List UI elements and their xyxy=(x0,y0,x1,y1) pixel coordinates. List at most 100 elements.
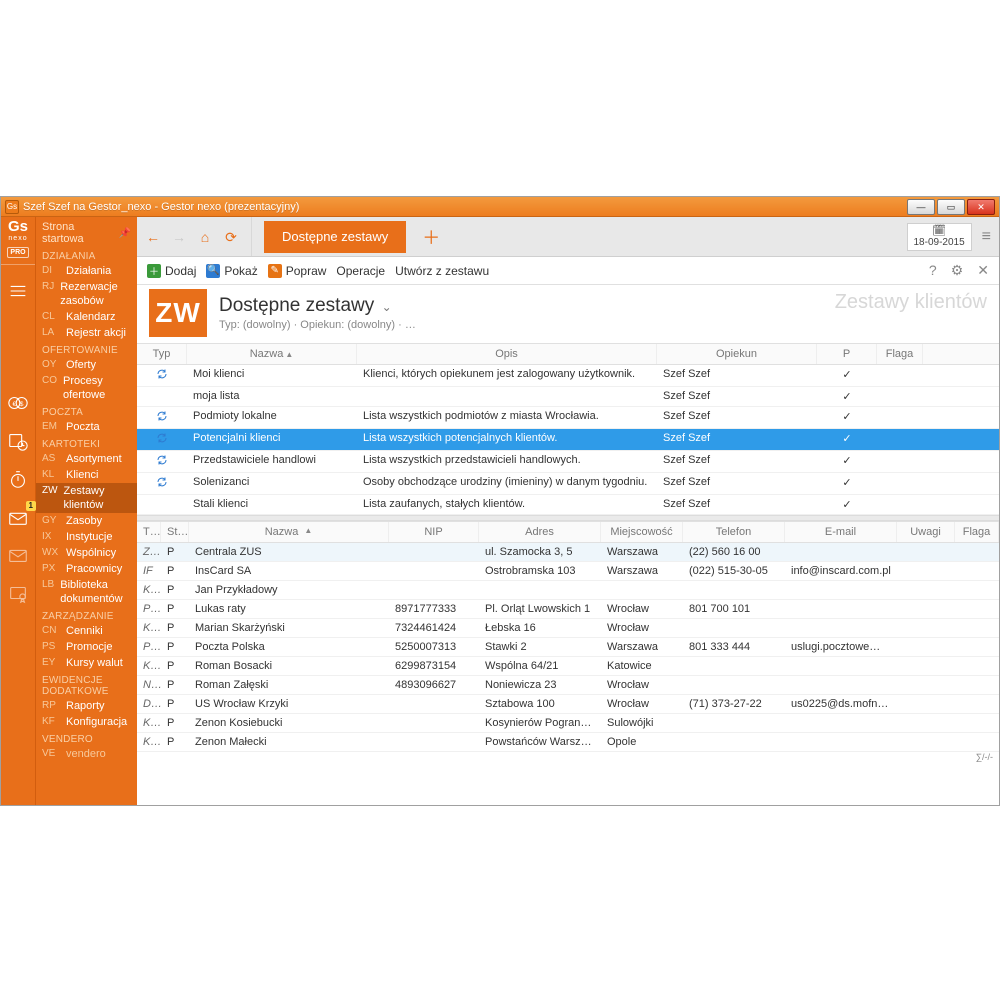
sidebar-item[interactable]: KLKlienci xyxy=(36,467,137,483)
refresh-icon[interactable]: ⟳ xyxy=(223,229,239,245)
sidebar-item[interactable]: EMPoczta xyxy=(36,419,137,435)
col-nazwa[interactable]: Nazwa▲ xyxy=(187,344,357,364)
col2-telefon[interactable]: Telefon xyxy=(683,522,785,542)
back-icon[interactable]: ← xyxy=(145,229,161,245)
calendar-clock-icon[interactable] xyxy=(6,429,30,453)
sidebar-item[interactable]: OYOferty xyxy=(36,357,137,373)
minimize-button[interactable]: — xyxy=(907,199,935,215)
table-row[interactable]: D…PUS Wrocław KrzykiSztabowa 100Wrocław(… xyxy=(137,695,999,714)
table-row[interactable]: P…PPoczta Polska5250007313Stawki 2Warsza… xyxy=(137,638,999,657)
table-row[interactable]: Z…PCentrala ZUSul. Szamocka 3, 5Warszawa… xyxy=(137,543,999,562)
mail-new-icon[interactable]: 1 xyxy=(6,505,30,529)
close-button[interactable]: ✕ xyxy=(967,199,995,215)
pencil-icon: ✎ xyxy=(268,264,282,278)
tab-current[interactable]: Dostępne zestawy xyxy=(264,221,406,253)
view-title[interactable]: Dostępne zestawy ⌄ xyxy=(219,295,416,317)
date-picker[interactable]: 🗓 18-09-2015 xyxy=(907,223,972,251)
sidebar-item-label: vendero xyxy=(66,747,106,761)
settings-icon[interactable]: ⚙ xyxy=(951,262,964,279)
table-row[interactable]: N…PRoman Załęski4893096627Noniewicza 23W… xyxy=(137,676,999,695)
table-row[interactable]: K…PRoman Bosacki6299873154Wspólna 64/21K… xyxy=(137,657,999,676)
sidebar-item[interactable]: RJRezerwacje zasobów xyxy=(36,279,137,309)
maximize-button[interactable]: ▭ xyxy=(937,199,965,215)
col2-email[interactable]: E-mail xyxy=(785,522,897,542)
sidebar-item-label: Procesy ofertowe xyxy=(63,374,131,402)
sidebar-item[interactable]: WXWspólnicy xyxy=(36,545,137,561)
sidebar-item[interactable]: COProcesy ofertowe xyxy=(36,373,137,403)
show-button[interactable]: 🔍Pokaż xyxy=(206,264,257,278)
sets-grid-header[interactable]: Typ Nazwa▲ Opis Opiekun P Flaga xyxy=(137,343,999,365)
mail-icon[interactable] xyxy=(6,543,30,567)
forward-icon[interactable]: → xyxy=(171,229,187,245)
table-row[interactable]: P…PLukas raty8971777333Pl. Orląt Lwowski… xyxy=(137,600,999,619)
table-row[interactable]: Moi klienciKlienci, których opiekunem je… xyxy=(137,365,999,387)
hamburger-icon[interactable] xyxy=(6,279,30,303)
add-button[interactable]: ＋Dodaj xyxy=(147,264,196,278)
help-icon[interactable]: ? xyxy=(929,262,937,279)
sidebar-item[interactable]: IXInstytucje xyxy=(36,529,137,545)
sidebar-item[interactable]: KFKonfiguracja xyxy=(36,714,137,730)
sidebar-item-code: DI xyxy=(42,264,60,278)
table-row[interactable]: Stali klienciLista zaufanych, stałych kl… xyxy=(137,495,999,515)
create-from-set[interactable]: Utwórz z zestawu xyxy=(395,264,489,278)
table-row[interactable]: K…PZenon KosiebuckiKosynierów Pogran…Sul… xyxy=(137,714,999,733)
home-icon[interactable]: ⌂ xyxy=(197,229,213,245)
col-p[interactable]: P xyxy=(817,344,877,364)
col2-uwagi[interactable]: Uwagi xyxy=(897,522,955,542)
sidebar-item[interactable]: CNCenniki xyxy=(36,623,137,639)
sidebar-item[interactable]: EYKursy walut xyxy=(36,655,137,671)
table-row[interactable]: K…PZenon MałeckiPowstańców Warsz…Opole xyxy=(137,733,999,752)
table-row[interactable]: moja listaSzef Szef✓ xyxy=(137,387,999,407)
pin-icon[interactable]: 📌 xyxy=(119,228,131,239)
col2-miejscowosc[interactable]: Miejscowość xyxy=(601,522,683,542)
table-row[interactable]: SolenizanciOsoby obchodzące urodziny (im… xyxy=(137,473,999,495)
sidebar-item[interactable]: ASAsortyment xyxy=(36,451,137,467)
menu-icon[interactable]: ≡ xyxy=(982,228,991,246)
col-opiekun[interactable]: Opiekun xyxy=(657,344,817,364)
clients-grid-header[interactable]: T… St… Nazwa▲ NIP Adres Miejscowość Tele… xyxy=(137,521,999,543)
col2-nazwa[interactable]: Nazwa▲ xyxy=(189,522,389,542)
sidebar-item[interactable]: LARejestr akcji xyxy=(36,325,137,341)
sidebar-item[interactable]: GYZasoby xyxy=(36,513,137,529)
sidebar-item[interactable]: PSPromocje xyxy=(36,639,137,655)
calendar-icon: 🗓 xyxy=(932,226,946,237)
col2-flaga[interactable]: Flaga xyxy=(955,522,999,542)
sidebar-item[interactable]: CLKalendarz xyxy=(36,309,137,325)
sidebar-item[interactable]: LBBiblioteka dokumentów xyxy=(36,577,137,607)
sidebar-group-title: KARTOTEKI xyxy=(36,435,137,451)
col-flaga[interactable]: Flaga xyxy=(877,344,923,364)
sidebar-item[interactable]: VEvendero xyxy=(36,746,137,762)
sidebar-item-code: LA xyxy=(42,326,60,340)
sort-asc-icon: ▲ xyxy=(304,526,312,538)
tab-bar: ← → ⌂ ⟳ Dostępne zestawy ＋ 🗓 18-09-2015 … xyxy=(137,217,999,257)
close-view-icon[interactable]: ✕ xyxy=(977,262,989,279)
sidebar-item-code: EY xyxy=(42,656,60,670)
currency-icon[interactable]: €$ xyxy=(6,391,30,415)
col-opis[interactable]: Opis xyxy=(357,344,657,364)
operations-menu[interactable]: Operacje xyxy=(336,264,385,278)
sidebar-item-code: IX xyxy=(42,530,60,544)
col2-st[interactable]: St… xyxy=(161,522,189,542)
col-typ[interactable]: Typ xyxy=(137,344,187,364)
stopwatch-icon[interactable] xyxy=(6,467,30,491)
table-row[interactable]: Potencjalni klienciLista wszystkich pote… xyxy=(137,429,999,451)
table-row[interactable]: K…PMarian Skarżyński7324461424Łebska 16W… xyxy=(137,619,999,638)
col2-nip[interactable]: NIP xyxy=(389,522,479,542)
table-row[interactable]: K…PJan Przykładowy xyxy=(137,581,999,600)
sidebar-item[interactable]: RPRaporty xyxy=(36,698,137,714)
edit-button[interactable]: ✎Popraw xyxy=(268,264,327,278)
col2-t[interactable]: T… xyxy=(137,522,161,542)
col2-adres[interactable]: Adres xyxy=(479,522,601,542)
add-tab-button[interactable]: ＋ xyxy=(416,224,446,250)
sidebar-item[interactable]: PXPracownicy xyxy=(36,561,137,577)
table-row[interactable]: Przedstawiciele handlowiLista wszystkich… xyxy=(137,451,999,473)
sidebar-item-label: Promocje xyxy=(66,640,112,654)
sidebar-item[interactable]: DIDziałania xyxy=(36,263,137,279)
table-row[interactable]: Podmioty lokalneLista wszystkich podmiot… xyxy=(137,407,999,429)
certificate-icon[interactable] xyxy=(6,581,30,605)
table-row[interactable]: IFPInsCard SAOstrobramska 103Warszawa(02… xyxy=(137,562,999,581)
sidebar-item-label: Zasoby xyxy=(66,514,102,528)
sidebar-home[interactable]: Strona startowa xyxy=(42,221,119,245)
sidebar-item[interactable]: ZWZestawy klientów xyxy=(36,483,137,513)
sidebar-item-code: CO xyxy=(42,374,57,402)
